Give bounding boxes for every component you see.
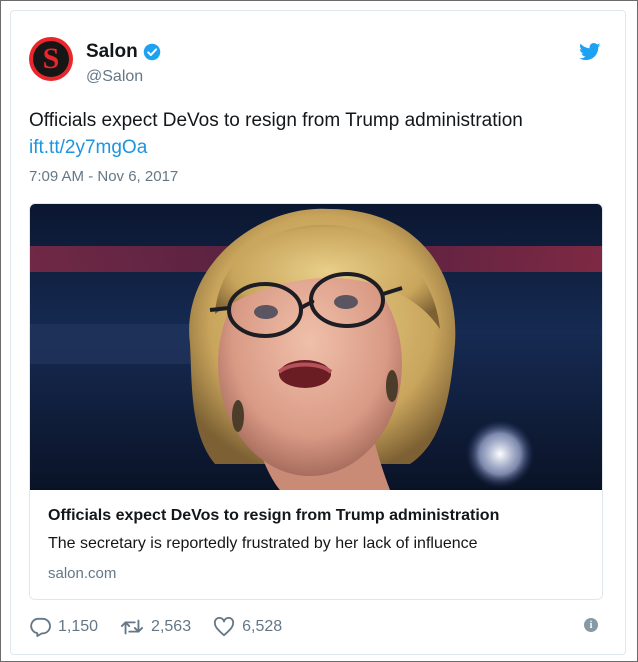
link-card[interactable]: Officials expect DeVos to resign from Tr… [29,203,603,600]
tweet-timestamp[interactable]: 7:09 AM - Nov 6, 2017 [29,168,178,185]
embed-frame: S Salon @Salon Officials expect DeVos to… [0,0,638,662]
tweet-link[interactable]: ift.tt/2y7mgOa [29,137,147,159]
avatar[interactable]: S [29,37,73,81]
reply-button[interactable]: 1,150 [29,617,98,637]
retweet-count: 2,563 [151,618,192,635]
user-handle[interactable]: @Salon [86,68,143,86]
tweet-text: Officials expect DeVos to resign from Tr… [29,110,523,131]
reply-icon [30,617,51,637]
info-icon[interactable]: i [584,618,598,632]
heart-icon [214,617,235,637]
card-image[interactable] [30,204,602,490]
display-name-text: Salon [86,41,138,62]
twitter-bird-icon[interactable] [579,43,601,61]
like-button[interactable]: 6,528 [213,617,282,637]
card-domain: salon.com [48,565,117,582]
display-name[interactable]: Salon [86,41,161,63]
card-title: Officials expect DeVos to resign from Tr… [48,507,500,524]
retweet-icon [120,619,144,635]
avatar-logo: S [33,41,69,77]
tweet-actions: 1,150 2,563 6,528 [29,617,304,637]
verified-badge-icon [143,43,160,61]
like-count: 6,528 [242,618,283,635]
card-description: The secretary is reportedly frustrated b… [48,535,478,552]
retweet-button[interactable]: 2,563 [120,618,191,636]
reply-count: 1,150 [58,618,99,635]
tweet-card: S Salon @Salon Officials expect DeVos to… [10,10,626,655]
